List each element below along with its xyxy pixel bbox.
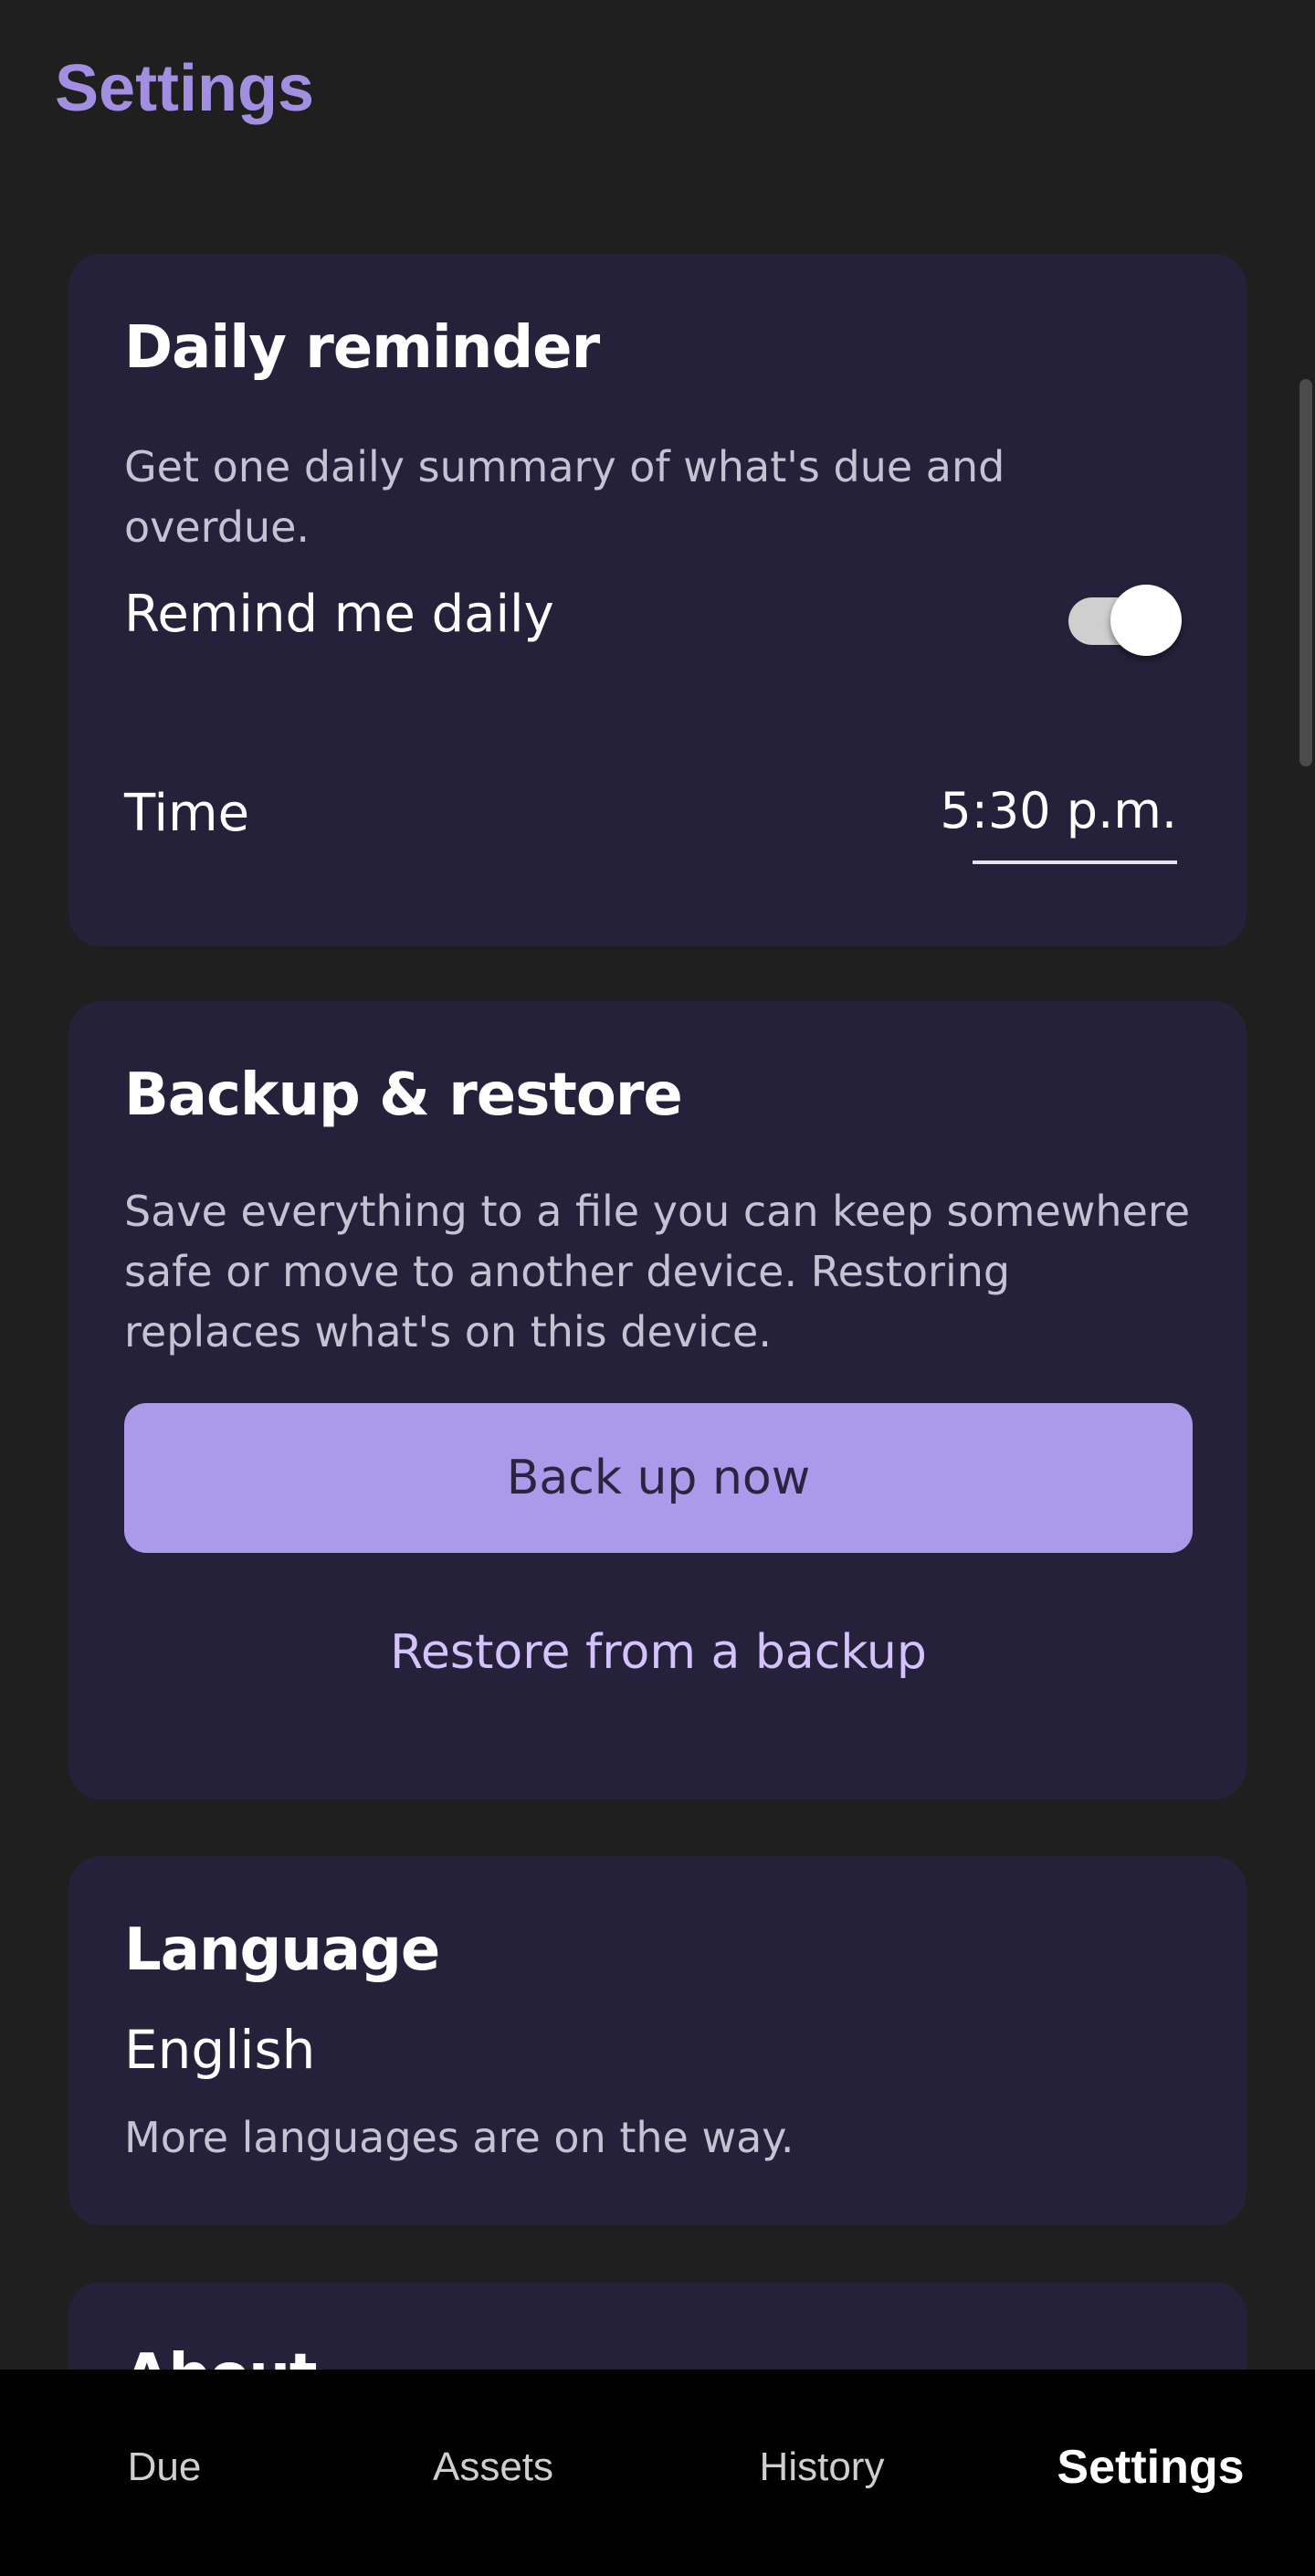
reminder-time-field[interactable]: 5:30 p.m. bbox=[940, 782, 1177, 864]
toggle-thumb bbox=[1110, 585, 1182, 656]
nav-item-history[interactable]: History bbox=[658, 2370, 986, 2576]
language-value[interactable]: English bbox=[124, 2019, 315, 2081]
daily-reminder-description: Get one daily summary of what's due and … bbox=[124, 442, 1005, 552]
settings-screen: Settings Daily reminder Get one daily su… bbox=[0, 0, 1315, 2576]
language-note: More languages are on the way. bbox=[124, 2113, 794, 2162]
time-label: Time bbox=[124, 784, 250, 843]
daily-reminder-title: Daily reminder bbox=[124, 314, 600, 382]
remind-daily-toggle[interactable] bbox=[1068, 585, 1182, 658]
back-up-now-button[interactable]: Back up now bbox=[124, 1403, 1193, 1553]
language-title: Language bbox=[124, 1916, 440, 1984]
reminder-time-value: 5:30 p.m. bbox=[940, 782, 1177, 839]
nav-item-settings[interactable]: Settings bbox=[986, 2370, 1315, 2576]
scrollbar[interactable] bbox=[1299, 379, 1312, 766]
page-title: Settings bbox=[55, 52, 315, 125]
nav-item-assets[interactable]: Assets bbox=[329, 2370, 658, 2576]
remind-daily-label: Remind me daily bbox=[124, 585, 554, 644]
restore-backup-button[interactable]: Restore from a backup bbox=[124, 1611, 1193, 1694]
bottom-navigation: Due Assets History Settings bbox=[0, 2370, 1315, 2576]
backup-restore-title: Backup & restore bbox=[124, 1061, 683, 1129]
backup-restore-card: Backup & restore Save everything to a fi… bbox=[68, 1001, 1247, 1800]
nav-item-due[interactable]: Due bbox=[0, 2370, 329, 2576]
backup-restore-description: Save everything to a file you can keep s… bbox=[124, 1187, 1191, 1357]
language-card: Language English More languages are on t… bbox=[68, 1856, 1247, 2225]
